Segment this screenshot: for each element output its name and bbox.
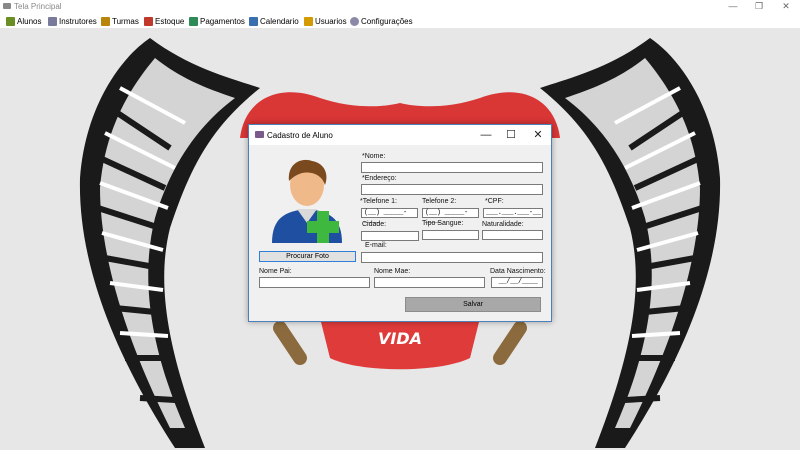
menu-label: Instrutores — [59, 16, 97, 26]
app-icon — [3, 3, 11, 9]
left-wing-graphic — [79, 38, 260, 448]
inventory-icon — [144, 16, 153, 26]
telefone1-label: *Telefone 1: — [360, 198, 397, 205]
telefone1-input[interactable]: (__) _____-____ — [361, 208, 418, 225]
class-group-icon — [101, 16, 110, 26]
nome-label: *Nome: — [362, 153, 386, 160]
nome-input[interactable] — [361, 162, 543, 173]
cadastro-aluno-dialog: Cadastro de Aluno — ☐ ✕ Procurar Foto *N… — [248, 124, 552, 322]
menu-pagamentos[interactable]: Pagamentos — [189, 15, 245, 27]
logo-text: VIDA — [378, 329, 422, 348]
telefone2-input[interactable]: (__) _____-____ — [422, 208, 479, 225]
cpf-input[interactable]: ___.___.___-__ — [483, 208, 543, 218]
menu-label: Pagamentos — [200, 16, 245, 26]
calendar-icon — [249, 16, 258, 26]
menu-label: Estoque — [155, 16, 185, 26]
payment-icon — [189, 16, 198, 26]
email-label: E-mail: — [365, 242, 387, 249]
add-user-avatar-icon — [272, 159, 342, 243]
menu-alunos[interactable]: Alunos — [6, 15, 41, 27]
instructor-icon — [48, 16, 57, 26]
menu-calendario[interactable]: Calendario — [249, 15, 299, 27]
dialog-title: Cadastro de Aluno — [267, 131, 333, 140]
menu-label: Configurações — [361, 16, 413, 26]
dialog-minimize-button[interactable]: — — [473, 125, 499, 145]
naturalidade-input[interactable] — [482, 230, 543, 240]
dialog-maximize-button[interactable]: ☐ — [498, 125, 524, 145]
close-button[interactable]: ✕ — [773, 0, 799, 13]
nome-mae-label: Nome Mae: — [374, 268, 411, 275]
tipo-sangue-input[interactable] — [422, 230, 479, 240]
menu-label: Alunos — [17, 16, 42, 26]
menu-label: Usuarios — [315, 16, 347, 26]
student-icon — [6, 16, 15, 26]
menu-usuarios[interactable]: Usuarios — [304, 15, 347, 27]
menu-label: Calendario — [260, 16, 299, 26]
maximize-button[interactable]: ❐ — [746, 0, 772, 13]
dialog-titlebar: Cadastro de Aluno — ☐ ✕ — [249, 125, 551, 145]
minimize-button[interactable]: — — [720, 0, 746, 13]
menu-estoque[interactable]: Estoque — [144, 15, 184, 27]
nome-pai-input[interactable] — [259, 277, 370, 288]
salvar-button[interactable]: Salvar — [405, 297, 541, 312]
telefone2-label: Telefone 2: — [422, 198, 457, 205]
cidade-input[interactable] — [361, 231, 419, 241]
main-titlebar: Tela Principal — ❐ ✕ — [0, 0, 800, 13]
endereco-input[interactable] — [361, 184, 543, 195]
data-nascimento-label: Data Nascimento: — [490, 268, 546, 275]
gear-icon — [350, 16, 359, 26]
procurar-foto-button[interactable]: Procurar Foto — [259, 251, 356, 262]
nome-pai-label: Nome Pai: — [259, 268, 292, 275]
naturalidade-label: Naturalidade: — [482, 221, 524, 228]
endereco-label: *Endereço: — [362, 175, 397, 182]
menu-instrutores[interactable]: Instrutores — [48, 15, 97, 27]
data-nascimento-input[interactable]: __/__/____ — [491, 277, 543, 288]
window-title: Tela Principal — [14, 2, 62, 11]
menu-configuracoes[interactable]: Configurações — [350, 15, 413, 27]
dialog-close-button[interactable]: ✕ — [525, 125, 551, 145]
users-icon — [304, 16, 313, 26]
nome-mae-input[interactable] — [374, 277, 485, 288]
right-wing-graphic — [540, 38, 721, 448]
dialog-app-icon — [255, 131, 264, 138]
tipo-sangue-label: Tipo Sangue: — [422, 220, 464, 227]
cpf-label: *CPF: — [485, 198, 504, 205]
menu-label: Turmas — [112, 16, 139, 26]
menu-bar: Alunos Instrutores Turmas Estoque Pagame… — [0, 13, 800, 28]
cidade-label: Cidade: — [362, 221, 387, 228]
email-input[interactable] — [361, 252, 543, 263]
menu-turmas[interactable]: Turmas — [101, 15, 139, 27]
